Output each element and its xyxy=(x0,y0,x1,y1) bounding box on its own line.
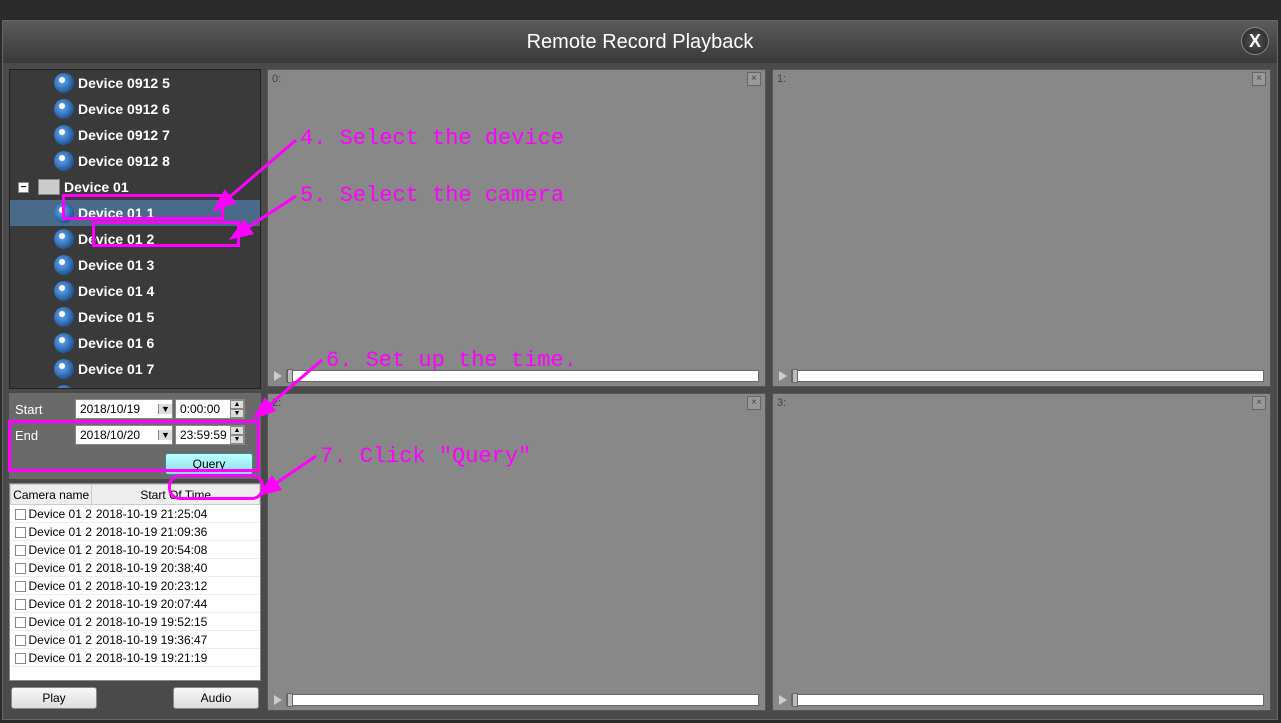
table-row[interactable]: Device 01 22018-10-19 20:38:40 xyxy=(11,559,260,577)
camera-icon xyxy=(54,385,74,389)
col-camera[interactable]: Camera name xyxy=(11,485,92,505)
dropdown-icon[interactable]: ▼ xyxy=(158,430,172,440)
checkbox[interactable] xyxy=(15,581,26,592)
dropdown-icon[interactable]: ▼ xyxy=(158,404,172,414)
pane-label: 2: xyxy=(272,397,281,409)
titlebar: Remote Record Playback X xyxy=(3,21,1277,63)
pane-label: 3: xyxy=(777,397,786,409)
pane-close-icon[interactable]: × xyxy=(747,72,761,86)
time-panel: Start 2018/10/19▼ 0:00:00▲▼ End 2018/10/… xyxy=(9,393,261,479)
checkbox[interactable] xyxy=(15,599,26,610)
camera-icon xyxy=(54,203,74,223)
audio-button[interactable]: Audio xyxy=(173,687,259,709)
device-icon xyxy=(38,179,60,195)
play-button[interactable]: Play xyxy=(11,687,97,709)
end-date-input[interactable]: 2018/10/20▼ xyxy=(75,425,173,445)
table-row[interactable]: Device 01 22018-10-19 21:09:36 xyxy=(11,523,260,541)
video-area[interactable] xyxy=(773,88,1270,366)
tree-channel[interactable]: Device 01 3 xyxy=(10,252,260,278)
video-pane-0[interactable]: 0: × xyxy=(267,69,766,387)
start-label: Start xyxy=(11,402,73,417)
table-row[interactable]: Device 01 22018-10-19 19:21:19 xyxy=(11,649,260,667)
tree-channel-selected[interactable]: Device 01 1 xyxy=(10,200,260,226)
tree-channel[interactable]: Device 01 6 xyxy=(10,330,260,356)
checkbox[interactable] xyxy=(15,617,26,628)
end-label: End xyxy=(11,428,73,443)
col-start[interactable]: Start Of Time xyxy=(92,485,260,505)
camera-icon xyxy=(54,151,74,171)
camera-icon xyxy=(54,359,74,379)
camera-icon xyxy=(54,229,74,249)
left-panel: Device 0912 5 Device 0912 6 Device 0912 … xyxy=(9,69,261,711)
tree-channel[interactable]: Device 0912 6 xyxy=(10,96,260,122)
tree-channel[interactable]: Device 01 2 xyxy=(10,226,260,252)
camera-icon xyxy=(54,255,74,275)
end-time-input[interactable]: 23:59:59▲▼ xyxy=(175,425,245,445)
timeline-slider[interactable] xyxy=(791,370,1264,382)
camera-icon xyxy=(54,333,74,353)
tree-channel[interactable]: Device 0912 5 xyxy=(10,70,260,96)
checkbox[interactable] xyxy=(15,545,26,556)
start-date-input[interactable]: 2018/10/19▼ xyxy=(75,399,173,419)
spinner-icon[interactable]: ▲▼ xyxy=(230,400,244,418)
playback-window: Remote Record Playback X Device 0912 5 D… xyxy=(2,20,1278,720)
checkbox[interactable] xyxy=(15,509,26,520)
results-table[interactable]: Camera name Start Of Time Device 01 2201… xyxy=(9,483,261,681)
pane-label: 0: xyxy=(272,73,281,85)
tree-channel[interactable]: Device 0912 7 xyxy=(10,122,260,148)
play-icon[interactable] xyxy=(274,371,282,381)
close-button[interactable]: X xyxy=(1241,27,1269,55)
camera-icon xyxy=(54,307,74,327)
video-area[interactable] xyxy=(773,412,1270,690)
camera-icon xyxy=(54,125,74,145)
tree-channel[interactable]: Device 01 5 xyxy=(10,304,260,330)
video-pane-3[interactable]: 3: × xyxy=(772,393,1271,711)
camera-icon xyxy=(54,99,74,119)
checkbox[interactable] xyxy=(15,527,26,538)
video-grid: 0: × 1: × 2: × 3: × xyxy=(267,69,1271,711)
table-row[interactable]: Device 01 22018-10-19 20:54:08 xyxy=(11,541,260,559)
tree-channel[interactable]: Device 01 4 xyxy=(10,278,260,304)
video-area[interactable] xyxy=(268,412,765,690)
window-title: Remote Record Playback xyxy=(527,31,754,54)
tree-channel[interactable]: Device 01 8 xyxy=(10,382,260,389)
table-row[interactable]: Device 01 22018-10-19 20:07:44 xyxy=(11,595,260,613)
tree-channel[interactable]: Device 0912 8 xyxy=(10,148,260,174)
checkbox[interactable] xyxy=(15,635,26,646)
checkbox[interactable] xyxy=(15,563,26,574)
pane-close-icon[interactable]: × xyxy=(1252,72,1266,86)
spinner-icon[interactable]: ▲▼ xyxy=(230,426,244,444)
play-icon[interactable] xyxy=(779,371,787,381)
table-row[interactable]: Device 01 22018-10-19 19:36:47 xyxy=(11,631,260,649)
play-icon[interactable] xyxy=(779,695,787,705)
timeline-slider[interactable] xyxy=(286,370,759,382)
camera-icon xyxy=(54,281,74,301)
checkbox[interactable] xyxy=(15,653,26,664)
play-icon[interactable] xyxy=(274,695,282,705)
timeline-slider[interactable] xyxy=(791,694,1264,706)
tree-channel[interactable]: Device 01 7 xyxy=(10,356,260,382)
tree-device[interactable]: −Device 01 xyxy=(10,174,260,200)
table-row[interactable]: Device 01 22018-10-19 20:23:12 xyxy=(11,577,260,595)
table-row[interactable]: Device 01 22018-10-19 19:52:15 xyxy=(11,613,260,631)
query-button[interactable]: Query xyxy=(165,453,253,475)
pane-label: 1: xyxy=(777,73,786,85)
camera-icon xyxy=(54,73,74,93)
bottom-buttons: Play Audio xyxy=(9,685,261,711)
table-row[interactable]: Device 01 22018-10-19 21:25:04 xyxy=(11,505,260,523)
device-tree[interactable]: Device 0912 5 Device 0912 6 Device 0912 … xyxy=(9,69,261,389)
content: Device 0912 5 Device 0912 6 Device 0912 … xyxy=(3,63,1277,717)
timeline-slider[interactable] xyxy=(286,694,759,706)
video-pane-1[interactable]: 1: × xyxy=(772,69,1271,387)
video-area[interactable] xyxy=(268,88,765,366)
collapse-icon[interactable]: − xyxy=(18,182,29,193)
start-time-input[interactable]: 0:00:00▲▼ xyxy=(175,399,245,419)
pane-close-icon[interactable]: × xyxy=(1252,396,1266,410)
video-pane-2[interactable]: 2: × xyxy=(267,393,766,711)
pane-close-icon[interactable]: × xyxy=(747,396,761,410)
